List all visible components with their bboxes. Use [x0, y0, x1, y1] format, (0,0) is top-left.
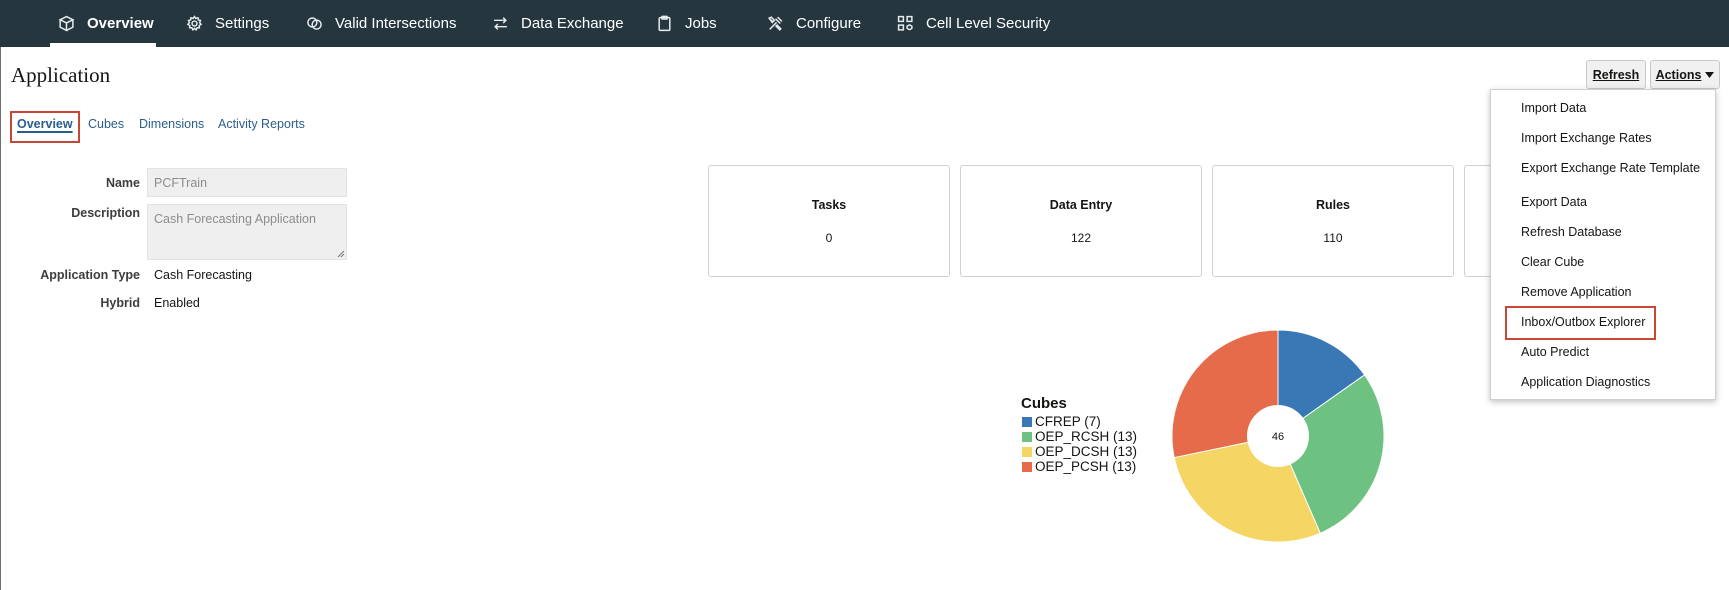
legend-item-cfrep[interactable]: CFREP (7)	[1022, 414, 1101, 429]
nav-tab-label: Settings	[215, 15, 270, 32]
legend-item-oep-rcsh[interactable]: OEP_RCSH (13)	[1022, 429, 1137, 444]
card-title: Tasks	[811, 198, 847, 212]
intersection-icon	[307, 17, 322, 30]
donut-center-label: 46	[1272, 431, 1284, 443]
clipboard-icon	[658, 15, 671, 32]
nav-tab-configure[interactable]: Configure	[767, 0, 861, 47]
legend-label: CFREP (7)	[1035, 414, 1101, 429]
legend-label: OEP_RCSH (13)	[1035, 429, 1138, 444]
resize-handle-icon[interactable]	[337, 250, 345, 258]
top-navigation-bar: Overview Settings Valid Intersections Da…	[0, 0, 1729, 47]
menu-item-clear-cube[interactable]: Clear Cube	[1521, 255, 1584, 269]
actions-dropdown-menu: Import Data Import Exchange Rates Export…	[1490, 89, 1716, 400]
page-title: Application	[11, 63, 111, 87]
application-type-label: Application Type	[40, 268, 140, 282]
data-entry-card[interactable]: Data Entry 122	[960, 165, 1202, 277]
nav-tab-label: Jobs	[685, 15, 717, 32]
actions-button[interactable]: Actions	[1650, 60, 1720, 89]
nav-tab-label: Valid Intersections	[335, 15, 457, 32]
chart-legend-title: Cubes	[1021, 395, 1067, 412]
nav-tab-overview[interactable]: Overview	[50, 0, 156, 47]
card-value: 110	[1323, 231, 1343, 245]
menu-item-import-exchange-rates[interactable]: Import Exchange Rates	[1521, 131, 1652, 145]
menu-item-export-exchange-rate-template[interactable]: Export Exchange Rate Template	[1521, 161, 1700, 175]
subtab-activity-reports[interactable]: Activity Reports	[218, 117, 305, 131]
application-type-value: Cash Forecasting	[154, 268, 252, 282]
name-field[interactable]: PCFTrain	[147, 168, 347, 197]
name-label: Name	[105, 176, 140, 190]
legend-label: OEP_DCSH (13)	[1035, 444, 1138, 459]
legend-item-oep-dcsh[interactable]: OEP_DCSH (13)	[1022, 444, 1137, 459]
menu-item-export-data[interactable]: Export Data	[1521, 195, 1587, 209]
nav-tab-jobs[interactable]: Jobs	[656, 0, 717, 47]
nav-tab-label: Cell Level Security	[926, 15, 1051, 32]
refresh-button-label: Refresh	[1592, 67, 1640, 82]
hybrid-value: Enabled	[154, 296, 200, 310]
legend-swatch	[1022, 431, 1032, 442]
legend-swatch	[1022, 416, 1032, 427]
highlight-box-overview	[10, 111, 80, 143]
hybrid-label: Hybrid	[100, 296, 140, 310]
grid-security-icon	[897, 15, 913, 31]
legend-swatch	[1022, 446, 1032, 457]
description-label: Description	[71, 206, 140, 220]
cube-stack-icon	[58, 15, 75, 32]
refresh-button[interactable]: Refresh	[1586, 60, 1646, 89]
exchange-arrows-icon	[494, 17, 507, 30]
legend-item-oep-pcsh[interactable]: OEP_PCSH (13)	[1022, 459, 1136, 474]
nav-tab-cell-level-security[interactable]: Cell Level Security	[897, 0, 1050, 47]
subtab-dimensions[interactable]: Dimensions	[139, 117, 204, 131]
legend-label: OEP_PCSH (13)	[1035, 459, 1137, 474]
menu-item-auto-predict[interactable]: Auto Predict	[1521, 345, 1589, 359]
nav-tab-label: Data Exchange	[521, 15, 624, 32]
legend-swatch	[1022, 461, 1032, 472]
menu-item-refresh-database[interactable]: Refresh Database	[1521, 225, 1622, 239]
nav-tab-valid-intersections[interactable]: Valid Intersections	[306, 0, 456, 47]
tools-icon	[767, 16, 783, 31]
menu-item-remove-application[interactable]: Remove Application	[1521, 285, 1631, 299]
caret-down-icon	[1705, 71, 1715, 78]
tasks-card[interactable]: Tasks 0	[708, 165, 950, 277]
menu-item-import-data[interactable]: Import Data	[1521, 101, 1586, 115]
card-title: Rules	[1315, 198, 1351, 212]
description-field[interactable]: Cash Forecasting Application	[147, 204, 347, 260]
highlight-box-inbox-outbox	[1505, 306, 1656, 340]
actions-button-label: Actions	[1655, 67, 1702, 82]
card-value: 122	[1070, 231, 1092, 245]
gear-icon	[186, 15, 203, 31]
nav-tab-label: Overview	[87, 15, 154, 32]
rules-card[interactable]: Rules 110	[1212, 165, 1454, 277]
menu-item-application-diagnostics[interactable]: Application Diagnostics	[1521, 375, 1650, 389]
nav-tab-data-exchange[interactable]: Data Exchange	[492, 0, 624, 47]
subtab-cubes[interactable]: Cubes	[88, 117, 124, 131]
card-value: 0	[825, 231, 833, 245]
nav-tab-settings[interactable]: Settings	[186, 0, 269, 47]
card-title: Data Entry	[1049, 198, 1113, 212]
nav-tab-label: Configure	[796, 15, 862, 32]
frame-border	[0, 47, 1, 590]
cubes-donut-chart: 46	[1171, 329, 1385, 543]
